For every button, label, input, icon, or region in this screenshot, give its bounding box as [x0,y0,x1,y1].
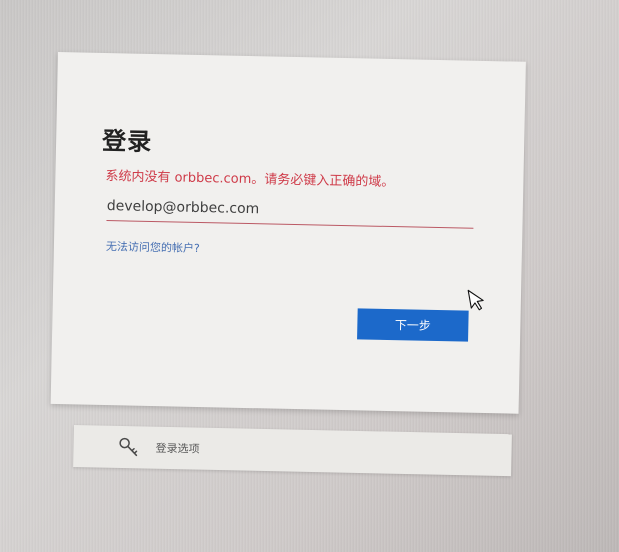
signin-options-label: 登录选项 [155,441,200,456]
error-message: 系统内没有 orbbec.com。请务必键入正确的域。 [105,169,395,191]
login-card: 登录 系统内没有 orbbec.com。请务必键入正确的域。 无法访问您的帐户?… [50,52,526,414]
email-field[interactable] [106,191,475,229]
key-icon [119,437,138,457]
next-button[interactable]: 下一步 [357,308,469,342]
signin-options-button[interactable]: 登录选项 [73,425,512,477]
cant-access-account-link[interactable]: 无法访问您的帐户? [106,238,200,256]
login-title: 登录 [101,126,153,156]
